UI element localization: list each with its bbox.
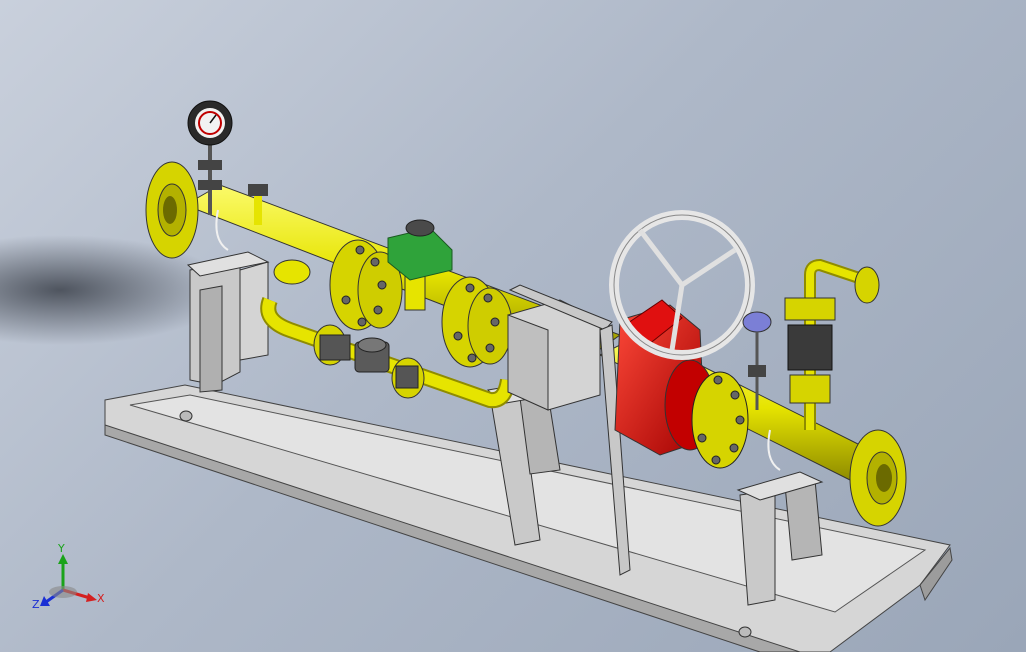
triad-y-label: Y <box>57 542 65 555</box>
bypass-valve-3[interactable] <box>391 357 425 399</box>
outlet-flange[interactable] <box>849 429 907 527</box>
bypass-valve-2[interactable] <box>354 337 390 373</box>
triad-origin <box>49 586 77 598</box>
assembly-model[interactable] <box>0 0 1026 652</box>
bypass-valve-1[interactable] <box>313 324 351 366</box>
triad-y-axis: Y <box>57 542 68 590</box>
pressure-regulator[interactable] <box>784 258 880 430</box>
inlet-flange[interactable] <box>145 161 199 259</box>
triad-x-label: X <box>97 592 105 605</box>
triad-z-label: Z <box>32 598 40 611</box>
pipe-support-left[interactable] <box>186 251 270 393</box>
cad-viewport[interactable]: Y X Z <box>0 0 1026 652</box>
coordinate-triad-icon: Y X Z <box>32 542 105 611</box>
valve-flange-bolts <box>691 371 749 469</box>
